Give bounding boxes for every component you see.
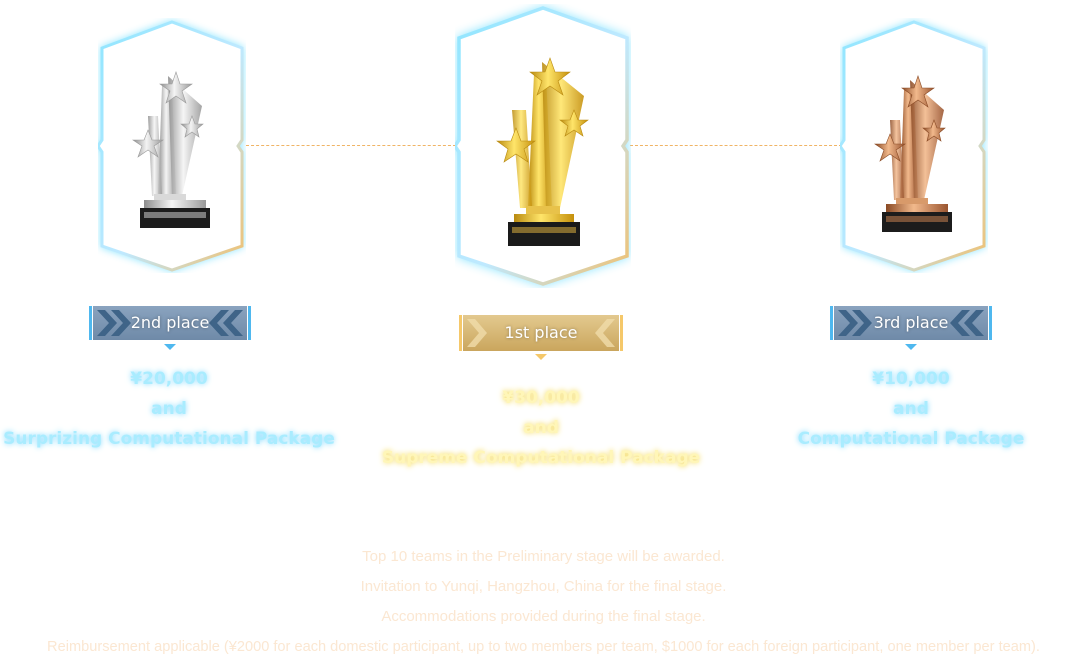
third-place-label: 3rd place [873, 313, 949, 332]
gold-trophy-icon [490, 50, 596, 250]
third-place-banner: 3rd place [830, 306, 992, 340]
first-place-prize: ¥30,000 and Supreme Computational Packag… [341, 383, 741, 473]
first-place-banner: 1st place [459, 315, 623, 351]
third-place-amount: ¥10,000 [872, 369, 950, 389]
note-reimbursement: Reimbursement applicable (¥2000 for each… [47, 639, 1040, 655]
third-place-conjunction: and [893, 399, 929, 419]
second-place-prize: ¥20,000 and Surprizing Computational Pac… [0, 364, 338, 454]
first-place-pointer [535, 354, 547, 360]
second-place-banner: 2nd place [89, 306, 251, 340]
first-place-conjunction: and [523, 418, 559, 438]
note-accommodations: Accommodations provided during the final… [381, 608, 706, 625]
first-place-amount: ¥30,000 [502, 388, 580, 408]
second-place-package: Surprizing Computational Package [3, 429, 335, 449]
connector-right [630, 145, 842, 147]
note-invitation: Invitation to Yunqi, Hangzhou, China for… [360, 578, 727, 595]
second-place-label: 2nd place [130, 313, 210, 332]
award-notes: Top 10 teams in the Preliminary stage wi… [0, 542, 1087, 662]
third-place-package: Computational Package [797, 429, 1025, 449]
first-place-package: Supreme Computational Package [381, 448, 701, 468]
third-place-pointer [905, 344, 917, 350]
silver-trophy-icon [128, 66, 212, 232]
second-place-amount: ¥20,000 [130, 369, 208, 389]
second-place-conjunction: and [151, 399, 187, 419]
connector-left [246, 145, 456, 147]
bronze-trophy-icon [870, 70, 954, 236]
second-place-pointer [164, 344, 176, 350]
note-top-teams: Top 10 teams in the Preliminary stage wi… [362, 548, 725, 565]
third-place-prize: ¥10,000 and Computational Package [781, 364, 1041, 454]
first-place-label: 1st place [504, 323, 578, 342]
